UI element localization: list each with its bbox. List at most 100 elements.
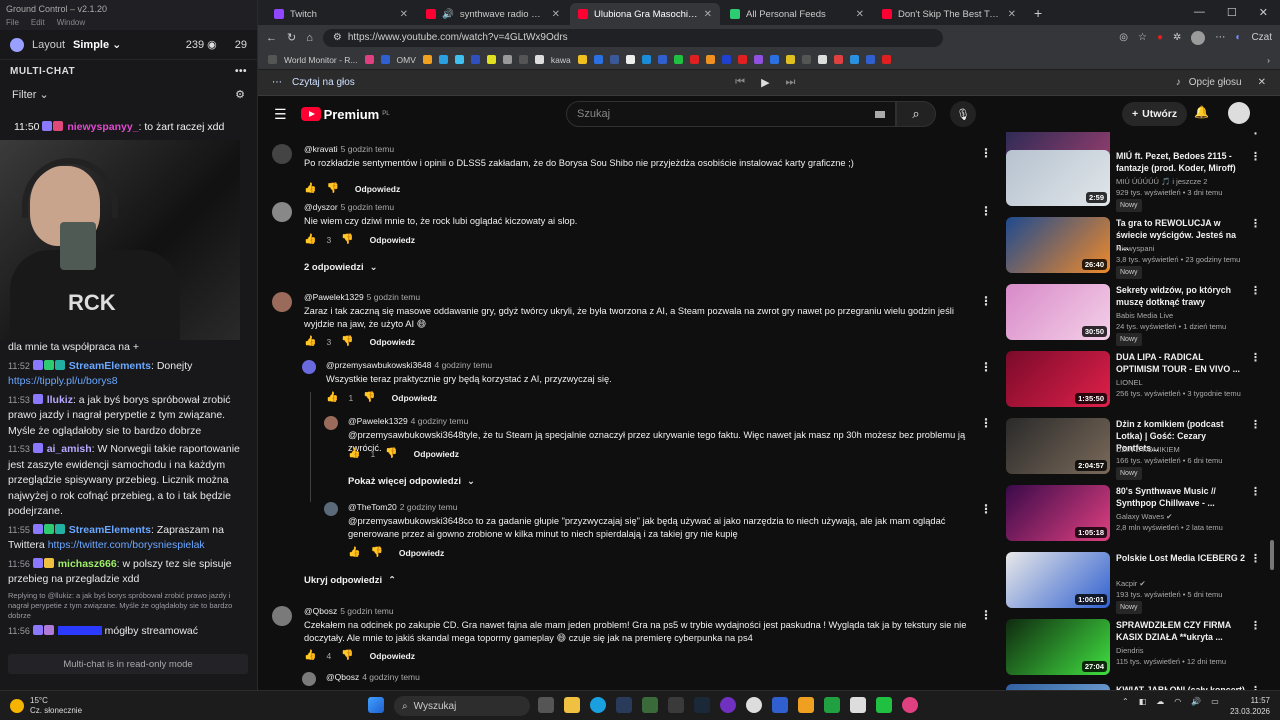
previous-icon[interactable]: ⏮: [735, 76, 745, 89]
app-icon[interactable]: [720, 697, 736, 713]
bookmark-icon[interactable]: [657, 55, 667, 64]
dislike-icon[interactable]: 👎: [385, 448, 397, 459]
video-thumbnail[interactable]: 27:04: [1006, 619, 1110, 675]
wifi-icon[interactable]: ◠: [1174, 697, 1181, 706]
recommended-video[interactable]: 2:04:57 Dżin z komikiem (podcast Lotka) |…: [1006, 418, 1276, 482]
bookmark-icon[interactable]: [518, 55, 528, 64]
close-icon[interactable]: ✕: [856, 9, 864, 20]
avatar[interactable]: [302, 360, 316, 374]
chat-username-hidden[interactable]: [57, 625, 102, 635]
bookmark-icon[interactable]: [881, 55, 891, 64]
chat-username[interactable]: llukiz: [47, 394, 73, 406]
weather-widget[interactable]: 15°C Cz. słonecznie: [10, 696, 82, 716]
new-tab-button[interactable]: +: [1026, 5, 1050, 25]
more-vert-icon[interactable]: ⋮: [980, 502, 992, 516]
chevron-up-icon[interactable]: ⌃: [1122, 697, 1129, 706]
video-title[interactable]: SPRAWDZIŁEM CZY FIRMA KASIX DZIAŁA **ukr…: [1116, 619, 1246, 643]
layout-select[interactable]: Simple ⌄: [73, 38, 121, 51]
bookmark-icon[interactable]: [454, 55, 464, 64]
reply-button[interactable]: Odpowiedz: [399, 548, 444, 558]
recommended-video[interactable]: 27:04 SPRAWDZIŁEM CZY FIRMA KASIX DZIAŁA …: [1006, 619, 1276, 683]
more-vert-icon[interactable]: ⋮: [1250, 485, 1261, 498]
cloud-icon[interactable]: ☁: [1156, 697, 1164, 706]
gear-icon[interactable]: ⚙: [235, 88, 245, 101]
bookmark-icon[interactable]: [737, 55, 747, 64]
menu-edit[interactable]: Edit: [31, 18, 45, 30]
chat-username[interactable]: niewyspanyy_: [67, 121, 138, 133]
bookmark-icon[interactable]: [689, 55, 699, 64]
bookmark-icon[interactable]: [753, 55, 763, 64]
video-title[interactable]: Polskie Lost Media ICEBERG 2: [1116, 552, 1246, 564]
bookmark-kawa[interactable]: kawa: [551, 55, 571, 65]
close-icon[interactable]: ✕: [1008, 9, 1016, 20]
bookmark-icon[interactable]: [438, 55, 448, 64]
site-info-icon[interactable]: ⚙: [333, 32, 342, 43]
bookmark-icon[interactable]: [534, 55, 544, 64]
more-vert-icon[interactable]: ⋮: [980, 146, 992, 160]
more-vert-icon[interactable]: ⋮: [1250, 132, 1261, 137]
bookmark-omv[interactable]: OMV: [397, 55, 416, 65]
reply-author[interactable]: @Qbosz 4 godziny temu: [326, 672, 420, 682]
close-icon[interactable]: ✕: [400, 9, 408, 20]
edge-icon[interactable]: [590, 697, 606, 713]
like-icon[interactable]: 👍: [304, 234, 316, 245]
chat-link[interactable]: https://twitter.com/borysniespielak: [48, 539, 205, 551]
chat-link[interactable]: https://tipply.pl/u/borys8: [8, 375, 118, 387]
bookmark-icon[interactable]: [364, 55, 374, 64]
video-thumbnail[interactable]: 1:00:01: [1006, 552, 1110, 608]
bell-icon[interactable]: 🔔: [1194, 105, 1209, 119]
video-thumbnail[interactable]: 1:35:50: [1006, 351, 1110, 407]
like-icon[interactable]: 👍: [326, 392, 338, 403]
star-icon[interactable]: ☆: [1138, 32, 1147, 43]
app-icon[interactable]: [798, 697, 814, 713]
bookmark-icon[interactable]: [486, 55, 496, 64]
file-explorer-icon[interactable]: [564, 697, 580, 713]
chat-username[interactable]: ai_amish: [47, 443, 92, 455]
bookmark-icon[interactable]: [470, 55, 480, 64]
bookmark-icon[interactable]: [577, 55, 587, 64]
profile-avatar[interactable]: [1191, 30, 1206, 45]
avatar[interactable]: [272, 292, 292, 312]
bookmark-icon[interactable]: [380, 55, 390, 64]
windows-start-icon[interactable]: [368, 697, 384, 713]
avatar[interactable]: [324, 416, 338, 430]
more-icon[interactable]: ⋯: [272, 77, 282, 88]
reply-author[interactable]: @Pawelek1329 4 godziny temu: [348, 416, 468, 426]
video-title[interactable]: Sekrety widzów, po których muszę dotknąć…: [1116, 284, 1246, 308]
more-vert-icon[interactable]: ⋮: [980, 294, 992, 308]
bookmark-icon[interactable]: [641, 55, 651, 64]
video-channel[interactable]: Galaxy Waves ✔: [1116, 511, 1256, 522]
play-icon[interactable]: ▶: [761, 76, 769, 89]
video-title[interactable]: DUA LIPA - RADICAL OPTIMISM TOUR - EN VI…: [1116, 351, 1246, 375]
bookmark-icon[interactable]: [268, 55, 277, 64]
search-button[interactable]: ⌕: [896, 101, 936, 127]
bookmark-icon[interactable]: [422, 55, 432, 64]
bookmark-icon[interactable]: [673, 55, 683, 64]
close-icon[interactable]: ✕: [704, 9, 712, 20]
bookmark-icon[interactable]: [502, 55, 512, 64]
recommended-video[interactable]: 2:59 MIÚ ft. Pezet, Bedoes 2115 - fantazj…: [1006, 150, 1276, 214]
bookmark-icon[interactable]: [865, 55, 875, 64]
tab-twitch[interactable]: Twitch ✕: [266, 3, 416, 25]
youtube-logo[interactable]: Premium PL: [300, 107, 390, 122]
copilot-icon[interactable]: ◐: [1235, 32, 1241, 43]
more-vert-icon[interactable]: ⋮: [1250, 217, 1261, 230]
clock[interactable]: 11:57 23.03.2026: [1230, 695, 1270, 717]
volume-icon[interactable]: 🔊: [1191, 697, 1201, 706]
bookmark-icon[interactable]: [817, 55, 827, 64]
bookmark-icon[interactable]: [833, 55, 843, 64]
menu-window[interactable]: Window: [57, 18, 85, 30]
video-thumbnail[interactable]: 26:40: [1006, 217, 1110, 273]
reply-button[interactable]: Odpowiedz: [392, 393, 437, 403]
dislike-icon[interactable]: 👎: [363, 392, 375, 403]
minimize-icon[interactable]: —: [1194, 6, 1205, 19]
reply-author[interactable]: @przemysawbukowski3648 4 godziny temu: [326, 360, 492, 370]
more-vert-icon[interactable]: ⋮: [980, 416, 992, 430]
like-icon[interactable]: 👍: [304, 336, 316, 347]
avatar[interactable]: [324, 502, 338, 516]
tab-active-youtube[interactable]: Ulubiona Gra Masochistów - YouT ✕: [570, 3, 720, 25]
chevron-right-icon[interactable]: ›: [1267, 55, 1270, 65]
bookmark-world-monitor[interactable]: World Monitor - R...: [284, 55, 358, 65]
like-icon[interactable]: 👍: [304, 183, 316, 194]
app-tray-icon[interactable]: ◧: [1139, 697, 1147, 706]
